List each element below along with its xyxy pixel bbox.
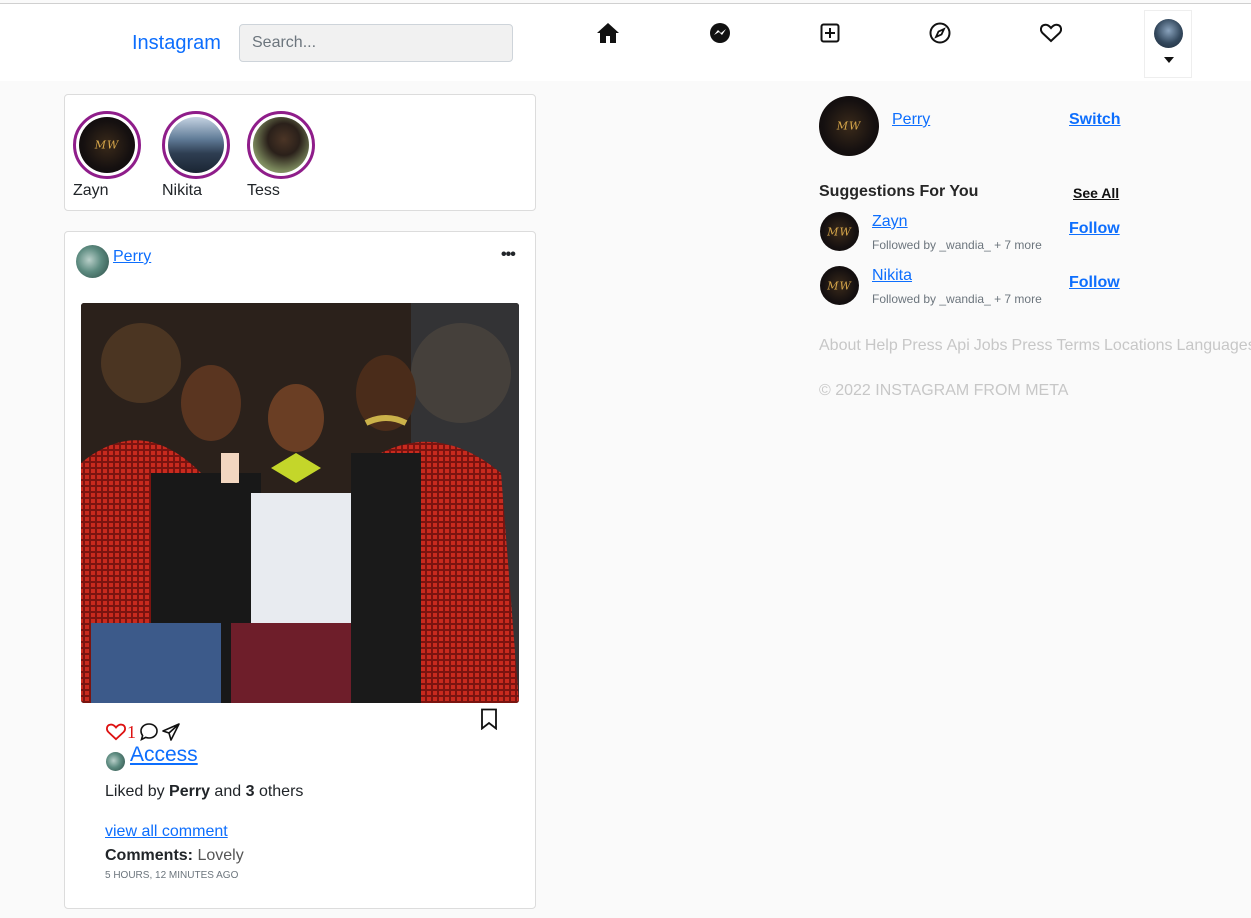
story-name: Nikita: [162, 182, 203, 199]
suggestion-name-link[interactable]: Zayn: [872, 213, 908, 231]
switch-account-link[interactable]: Switch: [1069, 111, 1121, 129]
suggestions-title: Suggestions For You: [819, 183, 979, 200]
comment-line: Comments: Lovely: [105, 847, 244, 865]
post-author-link[interactable]: Perry: [113, 248, 151, 266]
comment-icon[interactable]: [138, 721, 160, 743]
story-name: Zayn: [73, 182, 109, 199]
footer-link-locations[interactable]: Locations: [1104, 337, 1173, 354]
suggestion-subtext: Followed by _wandia_ + 7 more: [872, 238, 1042, 252]
view-all-comments-link[interactable]: view all comment: [105, 823, 228, 841]
messenger-icon[interactable]: [708, 21, 732, 45]
activity-heart-icon[interactable]: [1039, 21, 1063, 45]
follow-button[interactable]: Follow: [1069, 220, 1120, 238]
sidebar-avatar[interactable]: [819, 96, 879, 156]
new-post-icon[interactable]: [818, 21, 842, 45]
share-send-icon[interactable]: [160, 721, 182, 743]
suggestion-avatar[interactable]: [820, 266, 859, 305]
post-author-avatar[interactable]: [76, 245, 109, 278]
footer-link-press[interactable]: Press: [902, 337, 943, 354]
story-item[interactable]: Tess: [247, 111, 315, 199]
search-input[interactable]: [239, 24, 513, 62]
footer-link-terms[interactable]: Terms: [1056, 337, 1100, 354]
liked-by-text: Liked by Perry and 3 others: [105, 783, 303, 801]
story-avatar: [168, 117, 224, 173]
footer-link-about[interactable]: About: [819, 337, 861, 354]
sidebar-username-link[interactable]: Perry: [892, 111, 930, 129]
liked-by-suffix: others: [258, 783, 304, 800]
caption-avatar: [106, 752, 125, 771]
copyright-text: © 2022 INSTAGRAM FROM META: [819, 382, 1069, 399]
story-name: Tess: [247, 182, 280, 199]
like-heart-icon[interactable]: [105, 721, 127, 743]
like-count: 1: [127, 721, 136, 742]
more-options-icon[interactable]: •••: [501, 246, 516, 264]
post-photo: [81, 303, 519, 703]
post-actions: 1: [105, 720, 182, 744]
story-ring: [247, 111, 315, 179]
story-ring: [162, 111, 230, 179]
suggestion-row: Nikita Followed by _wandia_ + 7 more Fol…: [819, 266, 1121, 308]
profile-menu-button[interactable]: [1144, 10, 1192, 78]
story-item[interactable]: Zayn: [73, 111, 141, 199]
story-avatar: [253, 117, 309, 173]
see-all-link[interactable]: See All: [1073, 185, 1119, 201]
suggestion-name-link[interactable]: Nikita: [872, 267, 912, 285]
liked-by-user: Perry: [169, 783, 210, 800]
post-timestamp: 5 HOURS, 12 MINUTES AGO: [105, 870, 239, 881]
caret-down-icon: [1164, 57, 1174, 63]
footer-link-api[interactable]: Api: [947, 337, 970, 354]
footer-links: About Help Press Api Jobs Press Terms Locations…: [819, 334, 1251, 358]
footer-link-press-2[interactable]: Press: [1012, 337, 1053, 354]
explore-icon[interactable]: [928, 21, 952, 45]
suggestion-avatar[interactable]: [820, 212, 859, 251]
stories-card: Zayn Nikita Tess: [64, 94, 536, 211]
story-item[interactable]: Nikita: [162, 111, 230, 199]
story-avatar: [79, 117, 135, 173]
liked-by-prefix: Liked by: [105, 783, 165, 800]
footer-link-jobs[interactable]: Jobs: [974, 337, 1008, 354]
liked-by-count: 3: [245, 783, 255, 800]
liked-by-and: and: [214, 783, 242, 800]
avatar: [1154, 19, 1183, 48]
bookmark-icon[interactable]: [480, 708, 498, 735]
caption-title-link[interactable]: Access: [130, 743, 198, 767]
follow-button[interactable]: Follow: [1069, 274, 1120, 292]
footer-link-languages[interactable]: Languages: [1177, 337, 1251, 354]
story-ring: [73, 111, 141, 179]
home-icon[interactable]: [596, 21, 620, 45]
comments-label: Comments:: [105, 847, 194, 864]
navbar: Instagram: [0, 4, 1251, 81]
brand-logo[interactable]: Instagram: [132, 32, 221, 55]
suggestion-subtext: Followed by _wandia_ + 7 more: [872, 292, 1042, 306]
comment-text: Lovely: [197, 847, 244, 864]
suggestion-row: Zayn Followed by _wandia_ + 7 more Follo…: [819, 212, 1121, 254]
post-card: Perry ••• 1 Access Liked by Perry and 3 …: [64, 231, 536, 909]
footer-link-help[interactable]: Help: [865, 337, 898, 354]
